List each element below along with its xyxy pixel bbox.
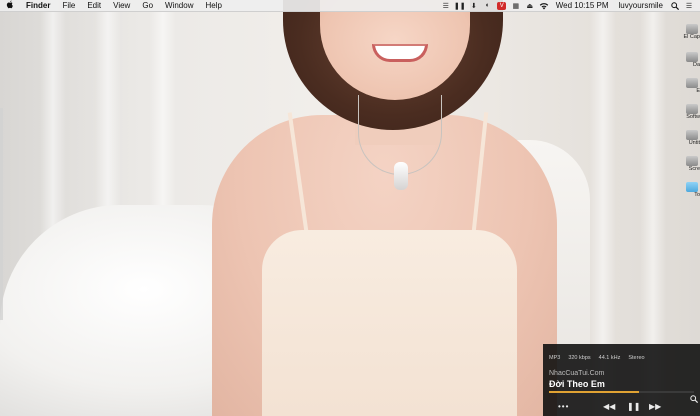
player-search-icon[interactable] bbox=[690, 395, 699, 405]
song-title: Đời Theo Em bbox=[549, 379, 605, 389]
eject-icon[interactable]: ⏏ bbox=[523, 0, 537, 12]
desktop-icon-disk[interactable]: El Cap bbox=[682, 24, 700, 46]
track-channels: Stereo bbox=[628, 355, 645, 361]
drive-icon bbox=[686, 78, 698, 88]
search-icon[interactable] bbox=[668, 0, 682, 12]
menu-finder[interactable]: Finder bbox=[20, 0, 56, 12]
drive-icon bbox=[686, 24, 698, 34]
shield-icon[interactable]: ◐ bbox=[481, 0, 495, 12]
pause-button-icon[interactable]: ❚❚ bbox=[627, 402, 640, 411]
progress-fill bbox=[549, 391, 639, 393]
track-format: MP3 bbox=[549, 355, 561, 361]
track-bitrate: 320 kbps bbox=[568, 355, 591, 361]
menu-edit[interactable]: Edit bbox=[81, 0, 107, 12]
document-icon bbox=[686, 130, 698, 140]
music-player: MP3 320 kbps 44.1 kHz Stereo NhacCuaTui.… bbox=[543, 344, 700, 416]
image-icon bbox=[686, 156, 698, 166]
next-icon[interactable]: ▶▶ bbox=[649, 402, 661, 411]
drive-icon bbox=[686, 104, 698, 114]
vivaldi-icon[interactable]: V bbox=[495, 0, 509, 12]
download-icon[interactable]: ⬇ bbox=[467, 0, 481, 12]
list-icon[interactable]: ☰ bbox=[439, 0, 453, 12]
apple-icon[interactable] bbox=[0, 0, 20, 11]
previous-icon[interactable]: ◀◀ bbox=[603, 402, 615, 411]
wifi-icon[interactable] bbox=[537, 0, 551, 12]
pause-icon[interactable]: ❚❚ bbox=[453, 0, 467, 12]
player-controls: ••• ◀◀ ❚❚ ▶▶ bbox=[543, 396, 700, 416]
user-menu[interactable]: luvyoursmile bbox=[614, 0, 668, 12]
menu-file[interactable]: File bbox=[56, 0, 81, 12]
more-icon[interactable]: ••• bbox=[558, 402, 569, 411]
desktop-icon-e[interactable]: E bbox=[682, 78, 700, 100]
status-area: ☰ ❚❚ ⬇ ◐ V ▦ ⏏ Wed 10:15 PM luvyoursmile… bbox=[439, 0, 700, 12]
desktop-icon-untitled[interactable]: Untit bbox=[682, 130, 700, 152]
notification-center-icon[interactable]: ☰ bbox=[682, 0, 696, 12]
desktop-icon-folder[interactable]: To bbox=[682, 182, 700, 204]
menu-view[interactable]: View bbox=[107, 0, 136, 12]
desktop-icon-software[interactable]: Softw bbox=[682, 104, 700, 126]
menu-window[interactable]: Window bbox=[159, 0, 199, 12]
progress-bar[interactable] bbox=[549, 391, 694, 393]
menu-help[interactable]: Help bbox=[199, 0, 227, 12]
clock[interactable]: Wed 10:15 PM bbox=[551, 0, 614, 12]
menu-go[interactable]: Go bbox=[136, 0, 159, 12]
folder-icon bbox=[686, 182, 698, 192]
necklace-pendant bbox=[394, 162, 408, 190]
track-sample-rate: 44.1 kHz bbox=[598, 355, 621, 361]
desktop-icon-screenshot[interactable]: Scre bbox=[682, 156, 700, 178]
source-site: NhacCuaTui.Com bbox=[549, 370, 605, 377]
desktop-icon-data[interactable]: Da bbox=[682, 52, 700, 74]
grid-icon[interactable]: ▦ bbox=[509, 0, 523, 12]
camisole-top bbox=[262, 230, 517, 416]
hidden-dock-edge[interactable] bbox=[0, 108, 3, 320]
track-specs: MP3 320 kbps 44.1 kHz Stereo bbox=[549, 355, 653, 361]
drive-icon bbox=[686, 52, 698, 62]
menu-bar: Finder File Edit View Go Window Help ☰ ❚… bbox=[0, 0, 700, 12]
